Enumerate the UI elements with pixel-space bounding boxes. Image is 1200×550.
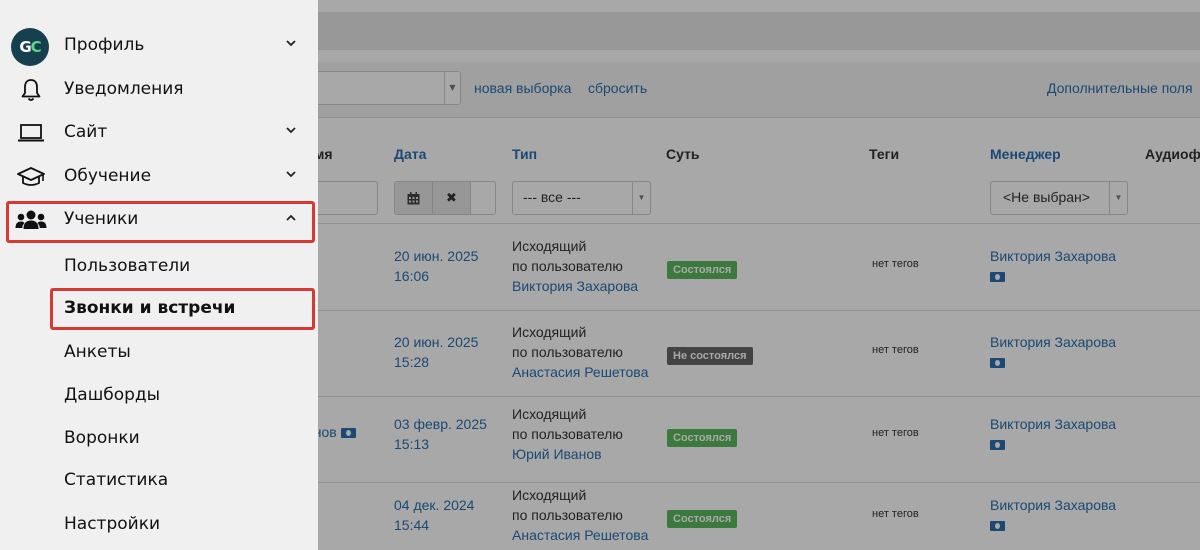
sidebar-item-education[interactable]: Обучение <box>0 157 318 197</box>
chevron-down-icon <box>286 36 296 50</box>
bell-icon <box>12 76 50 104</box>
sidebar-subitem-forms[interactable]: Анкеты <box>64 342 131 362</box>
sidebar-item-label: Обучение <box>64 166 152 186</box>
sidebar-subitem-settings[interactable]: Настройки <box>64 514 160 534</box>
laptop-icon <box>12 119 50 147</box>
chevron-down-icon <box>286 167 296 181</box>
sidebar-item-label: Уведомления <box>64 79 184 99</box>
sidebar-subitem-dashboards[interactable]: Дашборды <box>64 385 160 405</box>
sidebar-menu: GC Профиль Уведомления Сайт Обучение Уче… <box>0 0 318 550</box>
highlight-students-frame <box>6 201 315 243</box>
sidebar-item-site[interactable]: Сайт <box>0 113 318 153</box>
graduation-cap-icon <box>12 163 50 191</box>
sidebar-subitem-users[interactable]: Пользователи <box>64 256 190 276</box>
sidebar-item-notifications[interactable]: Уведомления <box>0 70 318 110</box>
sidebar-item-label: Сайт <box>64 122 108 142</box>
sidebar-item-profile[interactable]: GC Профиль <box>0 26 318 66</box>
highlight-calls-frame <box>50 288 315 330</box>
gc-logo-icon: GC <box>10 27 50 67</box>
sidebar-subitem-statistics[interactable]: Статистика <box>64 470 168 490</box>
chevron-down-icon <box>286 123 296 137</box>
sidebar-item-label: Профиль <box>64 35 145 55</box>
sidebar-subitem-funnels[interactable]: Воронки <box>64 428 140 448</box>
